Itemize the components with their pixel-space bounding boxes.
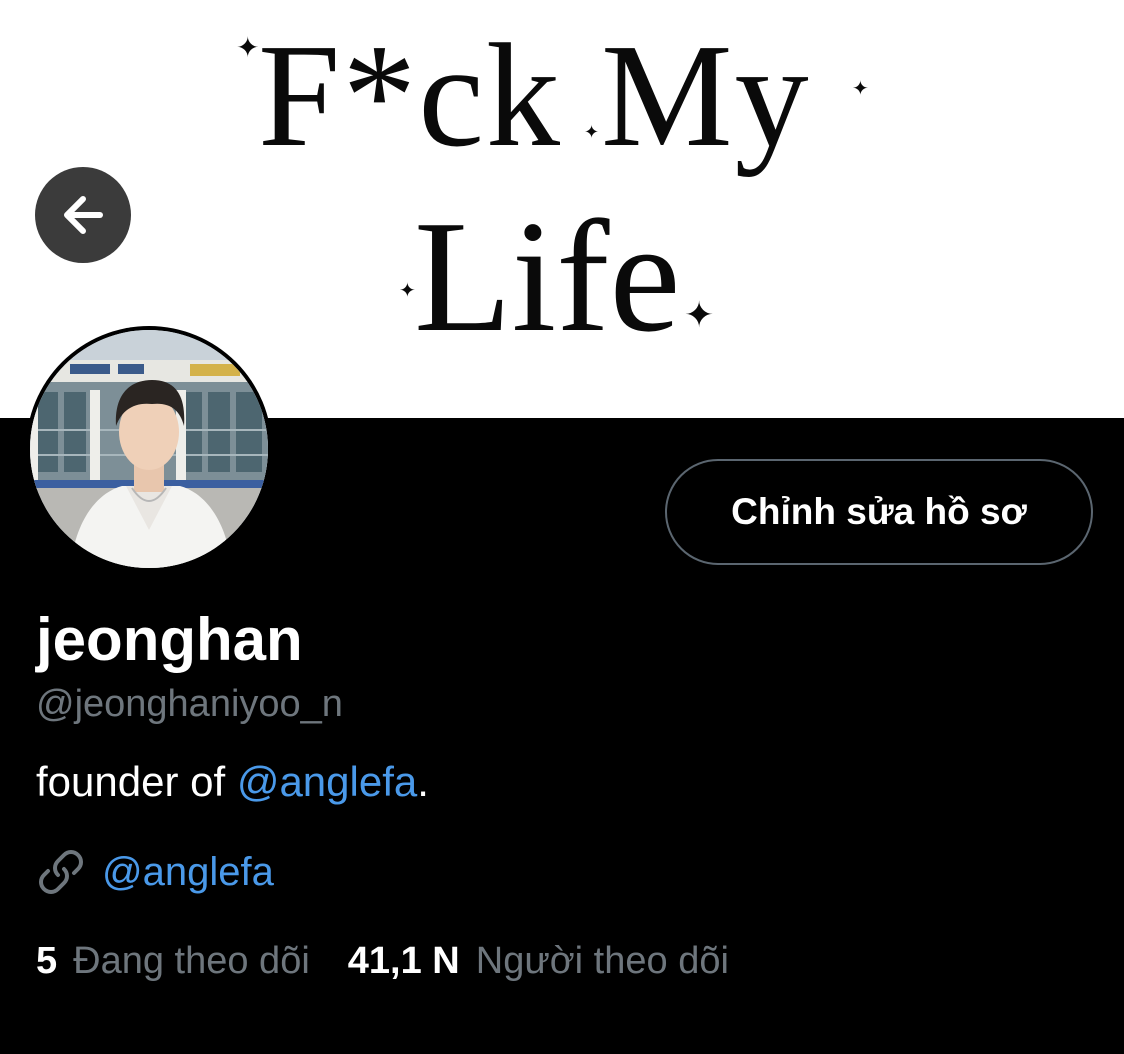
following-stat[interactable]: 5 Đang theo dõi <box>36 940 310 983</box>
link-icon <box>36 847 86 897</box>
sparkle-icon: ✦ <box>236 31 260 64</box>
following-label: Đang theo dõi <box>73 939 310 982</box>
following-count: 5 <box>36 939 58 982</box>
edit-profile-button[interactable]: Chỉnh sửa hồ sơ <box>665 459 1093 565</box>
followers-count: 41,1 N <box>347 939 460 982</box>
profile-link-row: @anglefa <box>36 846 274 898</box>
avatar[interactable] <box>26 326 272 572</box>
sparkle-icon: ✦ <box>399 278 416 302</box>
profile-bio: founder of @anglefa. <box>36 756 429 808</box>
bio-text: founder of <box>36 758 237 805</box>
back-button[interactable] <box>35 167 131 263</box>
banner-text-line1: F*ck My <box>258 14 811 178</box>
followers-label: Người theo dõi <box>475 939 729 982</box>
bio-mention-link[interactable]: @anglefa <box>237 758 417 805</box>
banner-text-line2: Life <box>414 187 681 365</box>
profile-website-link[interactable]: @anglefa <box>102 846 274 898</box>
follow-stats: 5 Đang theo dõi 41,1 N Người theo dõi <box>36 934 729 988</box>
avatar-photo <box>30 330 268 568</box>
followers-stat[interactable]: 41,1 N Người theo dõi <box>348 940 729 983</box>
profile-page: F*ck My Life ✦ ✦ ✦ ✦ ✦ Chỉnh sửa hồ sơ j… <box>0 0 1124 1054</box>
username-handle: @jeonghaniyoo_n <box>36 683 343 725</box>
display-name: jeonghan <box>36 606 303 673</box>
sparkle-icon: ✦ <box>584 122 600 143</box>
bio-text-suffix: . <box>417 758 429 805</box>
arrow-left-icon <box>56 188 110 242</box>
sparkle-icon: ✦ <box>852 76 869 100</box>
sparkle-icon: ✦ <box>684 295 715 336</box>
